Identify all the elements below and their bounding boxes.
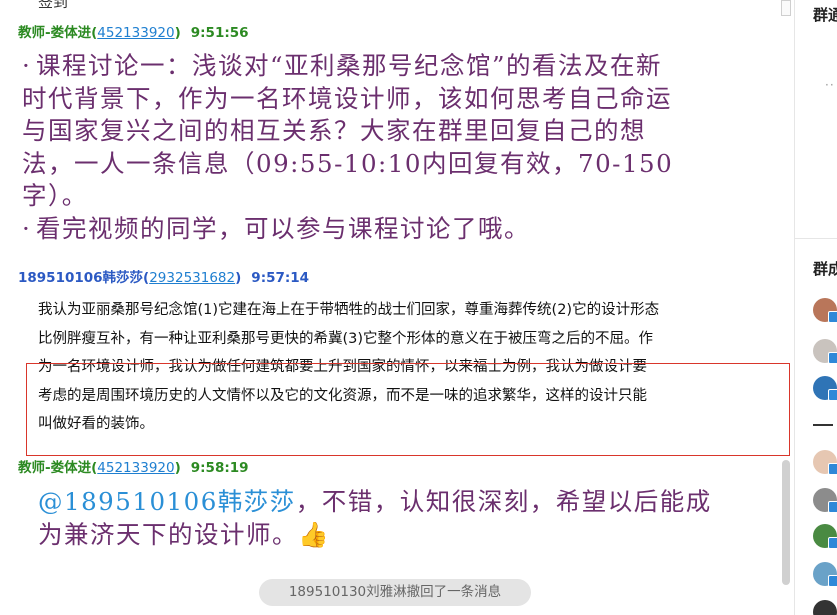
previous-message-fragment: 签到 <box>38 0 69 11</box>
message-line: 考虑的是周围环境历史的人文情怀以及它的文化资源，而不是一味的追求繁华，这样的设计… <box>38 387 647 404</box>
message-line: 与国家复兴之间的相互关系？大家在群里回复自己的想 <box>22 116 646 145</box>
message-line: 叫做好看的装饰。 <box>38 416 154 432</box>
message-line: 为兼济天下的设计师。 <box>38 519 298 549</box>
message-line: 时代背景下，作为一名环境设计师，该如何思考自己命运 <box>22 83 672 113</box>
sender-name[interactable]: 教师-娄体进 <box>18 25 91 41</box>
message-header-teacher: 教师-娄体进(452133920) 9:51:56 <box>18 24 249 42</box>
message-line: 法，一人一条信息（09:55-10:10内回复有效，70-150 <box>22 148 674 178</box>
member-badge-icon <box>828 463 837 475</box>
member-badge-icon <box>828 311 837 323</box>
recall-notice: 189510130刘雅淋撤回了一条消息 <box>259 579 531 606</box>
member-badge-icon <box>828 352 837 364</box>
bullet-dot: · <box>22 213 32 243</box>
member-avatar[interactable] <box>813 600 837 615</box>
bullet-dot: · <box>22 51 32 80</box>
message-line: 比例胖瘦互补，有一种让亚利桑那号更快的希冀(3)它整个形体的意义在于被压弯之后的… <box>38 330 654 347</box>
divider <box>813 424 833 426</box>
qq-bracket-close: ) <box>235 270 242 286</box>
chat-message-area[interactable]: 签到 教师-娄体进(452133920) 9:51:56 · 课程讨论一：浅谈对“亚… <box>0 0 793 615</box>
member-avatar[interactable] <box>813 450 837 475</box>
member-avatar[interactable] <box>813 376 837 401</box>
message-line: 字）。 <box>22 181 88 210</box>
group-members-title[interactable]: 群成 <box>813 258 837 279</box>
member-avatar[interactable] <box>813 339 837 364</box>
member-badge-icon <box>828 389 837 401</box>
message-line: 我认为亚丽桑那号纪念馆(1)它建在海上在于带牺牲的战士们回家，尊重海葬传统(2)… <box>38 302 660 318</box>
mention-link[interactable]: @189510106韩莎莎 <box>38 487 296 516</box>
member-badge-icon <box>828 501 837 513</box>
qq-bracket-close: ) <box>174 460 181 476</box>
sender-name[interactable]: 教师-娄体进 <box>18 460 91 476</box>
message-time: 9:57:14 <box>251 270 310 286</box>
message-line: 看完视频的同学，可以参与课程讨论了哦。 <box>36 213 530 243</box>
sender-name[interactable]: 189510106韩莎莎 <box>18 270 143 286</box>
message-body-student-reply: 我认为亚丽桑那号纪念馆(1)它建在海上在于带牺牲的战士们回家，尊重海葬传统(2)… <box>38 296 776 439</box>
sender-qq-link[interactable]: 452133920 <box>97 25 174 41</box>
scroll-up-arrow[interactable] <box>781 0 791 16</box>
sender-qq-link[interactable]: 2932531682 <box>149 270 235 286</box>
message-header-teacher: 教师-娄体进(452133920) 9:58:19 <box>18 459 249 477</box>
member-avatar[interactable] <box>813 488 837 513</box>
sender-qq-link[interactable]: 452133920 <box>97 460 174 476</box>
qq-bracket-close: ) <box>174 25 181 41</box>
message-time: 9:58:19 <box>190 460 249 476</box>
scroll-thumb[interactable] <box>782 460 790 585</box>
message-body-teacher-reply: @189510106韩莎莎，不错，认知很深刻，希望以后能成 为兼济天下的设计师。… <box>38 486 758 551</box>
thumbs-up-icon: 👍 <box>298 519 331 549</box>
group-announcement-title[interactable]: 群通 <box>813 4 837 25</box>
member-badge-icon <box>828 537 837 549</box>
member-badge-icon <box>828 575 837 587</box>
more-icon[interactable]: ·· <box>825 78 835 92</box>
message-line: 为一名环境设计师，我认为做任何建筑都要上升到国家的情怀，以来福士为例，我认为做设… <box>38 359 647 375</box>
group-side-panel: 群通 ·· 群成 <box>794 0 837 615</box>
member-avatar[interactable] <box>813 298 837 323</box>
divider <box>795 238 837 239</box>
member-avatar[interactable] <box>813 524 837 549</box>
message-text: ，不错，认知很深刻，希望以后能成 <box>295 487 712 516</box>
message-body-discussion-topic: · 课程讨论一：浅谈对“亚利桑那号纪念馆”的看法及在新 时代背景下，作为一名环境设… <box>22 50 782 245</box>
message-time: 9:51:56 <box>190 25 249 41</box>
message-line: 课程讨论一：浅谈对“亚利桑那号纪念馆”的看法及在新 <box>36 51 663 80</box>
message-header-student: 189510106韩莎莎(2932531682) 9:57:14 <box>18 269 309 287</box>
member-avatar[interactable] <box>813 562 837 587</box>
chat-scrollbar[interactable] <box>779 0 793 615</box>
